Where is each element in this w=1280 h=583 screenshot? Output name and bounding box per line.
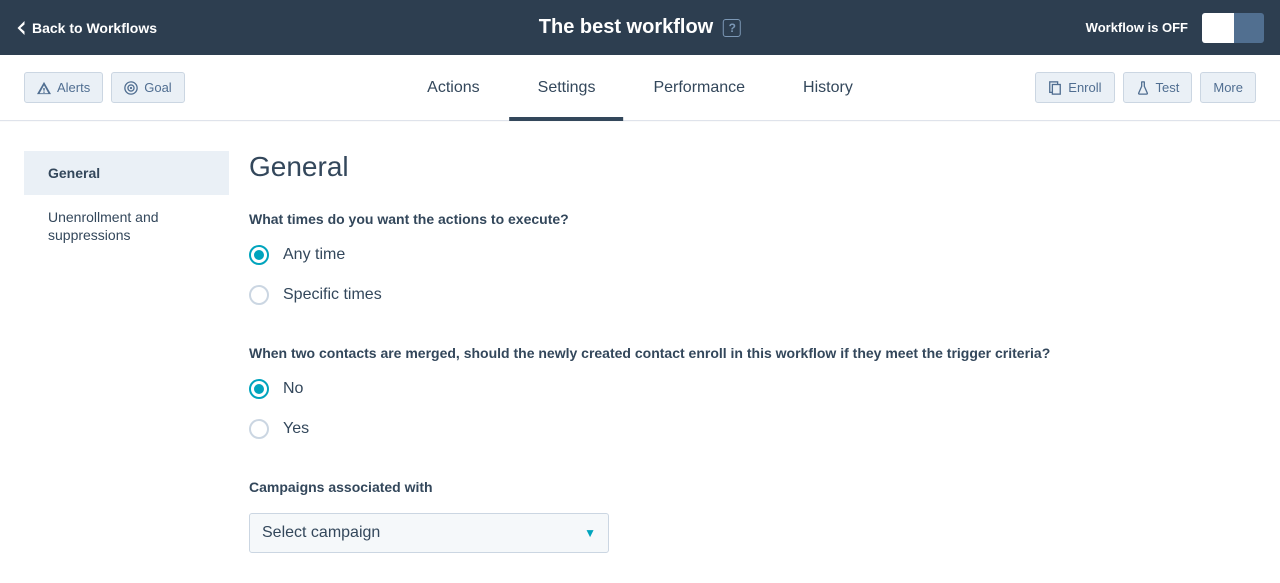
radio-label: Any time xyxy=(283,246,345,264)
target-icon xyxy=(124,81,138,95)
radio-label: No xyxy=(283,380,303,398)
radio-icon xyxy=(249,419,269,439)
tab-history[interactable]: History xyxy=(803,55,853,120)
nav-bar: Alerts Goal Actions Settings Performance… xyxy=(0,55,1280,121)
radio-icon xyxy=(249,379,269,399)
select-placeholder: Select campaign xyxy=(262,524,380,542)
back-label: Back to Workflows xyxy=(32,20,157,36)
more-label: More xyxy=(1213,80,1243,95)
top-header: Back to Workflows The best workflow ? Wo… xyxy=(0,0,1280,55)
nav-right: Enroll Test More xyxy=(1035,72,1256,103)
nav-left: Alerts Goal xyxy=(24,72,185,103)
enroll-button[interactable]: Enroll xyxy=(1035,72,1114,103)
goal-label: Goal xyxy=(144,80,171,95)
sidebar-item-unenrollment[interactable]: Unenrollment and suppressions xyxy=(24,195,229,257)
tabs: Actions Settings Performance History xyxy=(427,55,853,120)
title-wrap: The best workflow ? xyxy=(539,16,741,39)
sidebar-item-label: General xyxy=(48,165,100,181)
alerts-button[interactable]: Alerts xyxy=(24,72,103,103)
alert-icon xyxy=(37,81,51,95)
question-merge-enroll: When two contacts are merged, should the… xyxy=(249,345,1256,361)
radio-icon xyxy=(249,285,269,305)
workflow-status-label: Workflow is OFF xyxy=(1086,20,1188,35)
tab-settings[interactable]: Settings xyxy=(538,55,596,120)
enroll-icon xyxy=(1048,81,1062,95)
sidebar-item-general[interactable]: General xyxy=(24,151,229,195)
workflow-title[interactable]: The best workflow xyxy=(539,16,713,39)
question-execute-times: What times do you want the actions to ex… xyxy=(249,211,1256,227)
toggle-knob xyxy=(1202,13,1234,43)
radio-any-time[interactable]: Any time xyxy=(249,245,1256,265)
campaigns-label: Campaigns associated with xyxy=(249,479,1256,495)
settings-main: General What times do you want the actio… xyxy=(229,151,1256,553)
alerts-label: Alerts xyxy=(57,80,90,95)
tab-actions[interactable]: Actions xyxy=(427,55,479,120)
test-label: Test xyxy=(1156,80,1180,95)
chevron-left-icon xyxy=(16,21,26,35)
more-button[interactable]: More xyxy=(1200,72,1256,103)
radio-label: Specific times xyxy=(283,286,382,304)
help-icon[interactable]: ? xyxy=(723,19,741,37)
content: General Unenrollment and suppressions Ge… xyxy=(0,121,1280,583)
page-title: General xyxy=(249,151,1256,183)
flask-icon xyxy=(1136,81,1150,95)
enroll-label: Enroll xyxy=(1068,80,1101,95)
workflow-toggle[interactable] xyxy=(1202,13,1264,43)
chevron-down-icon: ▼ xyxy=(584,526,596,540)
back-to-workflows-link[interactable]: Back to Workflows xyxy=(16,20,157,36)
tab-performance[interactable]: Performance xyxy=(653,55,745,120)
goal-button[interactable]: Goal xyxy=(111,72,184,103)
radio-icon xyxy=(249,245,269,265)
radio-label: Yes xyxy=(283,420,309,438)
sidebar-item-label: Unenrollment and suppressions xyxy=(48,209,159,243)
campaign-select[interactable]: Select campaign ▼ xyxy=(249,513,609,553)
test-button[interactable]: Test xyxy=(1123,72,1193,103)
settings-sidebar: General Unenrollment and suppressions xyxy=(24,151,229,553)
radio-merge-yes[interactable]: Yes xyxy=(249,419,1256,439)
radio-specific-times[interactable]: Specific times xyxy=(249,285,1256,305)
header-right: Workflow is OFF xyxy=(1086,13,1264,43)
radio-merge-no[interactable]: No xyxy=(249,379,1256,399)
